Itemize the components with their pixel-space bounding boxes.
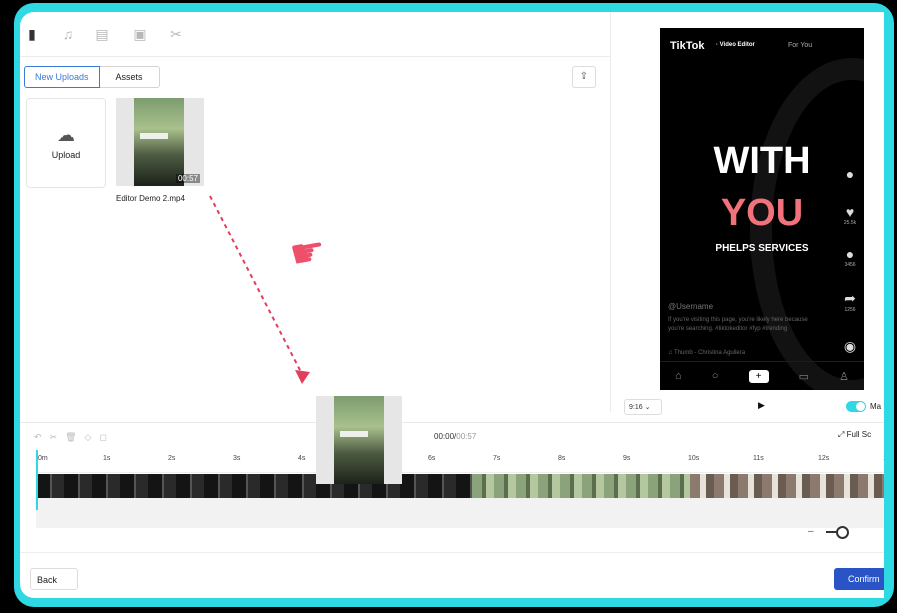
zoom-slider-handle[interactable] bbox=[836, 526, 849, 539]
timeline-tick: 8s bbox=[558, 455, 566, 462]
asset-duration: 00:57 bbox=[175, 174, 200, 183]
cloud-upload-icon: ☁ bbox=[57, 125, 75, 145]
timecode: 00:00/00:57 bbox=[434, 432, 477, 441]
timeline-divider bbox=[20, 422, 884, 423]
preview-subtitle: PHELPS SERVICES bbox=[715, 243, 809, 254]
tab-assets[interactable]: Assets bbox=[99, 66, 160, 88]
media-type-bar: ▮ ♫ ▤ ▣ ✂ bbox=[20, 12, 610, 57]
timeline-tick: 13s bbox=[883, 455, 884, 462]
media-asset-card[interactable]: 00:57 bbox=[116, 98, 204, 186]
timeline-tick: 0m bbox=[38, 455, 48, 462]
like-icon: ♥ 25.5k bbox=[840, 204, 860, 226]
preview-brand: TikTok bbox=[670, 40, 705, 52]
playhead[interactable] bbox=[36, 450, 38, 510]
timeline-tick: 11s bbox=[753, 455, 764, 462]
dragged-clip-thumbnail bbox=[316, 396, 402, 484]
profile-avatar-icon: ● bbox=[845, 166, 855, 182]
video-thumbnail bbox=[334, 396, 384, 484]
timeline-tick: 12s bbox=[818, 455, 830, 462]
preview-song: ♫ Thumb - Christina Aguilera bbox=[668, 350, 746, 356]
aspect-ratio-value: 9:16 bbox=[629, 404, 643, 411]
preview-caption: If you're visiting this page, you're lik… bbox=[668, 317, 808, 332]
like-count: 25.5k bbox=[843, 220, 857, 226]
toggle-label: Ma bbox=[870, 402, 882, 411]
video-thumbnail bbox=[134, 98, 184, 186]
music-icon[interactable]: ♫ bbox=[60, 26, 76, 42]
fullscreen-label: Full Sc bbox=[846, 430, 872, 439]
preview-nav-bar: ⌂ ○ + ▭ ♙ bbox=[660, 361, 864, 390]
clip-segment[interactable] bbox=[690, 474, 884, 498]
fullscreen-button[interactable]: ⤢ Full Sc bbox=[838, 430, 871, 440]
timeline-toolbar: ↶✂🗑◇◻ bbox=[34, 432, 115, 443]
play-icon[interactable]: ▶ bbox=[758, 400, 765, 411]
profile-icon: ♙ bbox=[839, 370, 849, 383]
duplicate-icon[interactable]: ◇ bbox=[85, 432, 100, 442]
create-icon: + bbox=[748, 369, 769, 383]
timeline-tick: 7s bbox=[493, 455, 501, 462]
clip-segment[interactable] bbox=[472, 474, 690, 498]
editor-screen: ▮ ♫ ▤ ▣ ✂ New Uploads Assets ⇪ ☁ Upload … bbox=[20, 12, 884, 598]
preview-username: @Username bbox=[668, 302, 714, 311]
current-time: 00:00 bbox=[434, 432, 455, 441]
timeline-tick: 1s bbox=[103, 455, 111, 462]
timeline-ruler[interactable]: 0m1s2s3s4s5s6s7s8s9s10s11s12s13s bbox=[36, 452, 884, 473]
timeline-tick: 9s bbox=[623, 455, 631, 462]
home-icon: ⌂ bbox=[675, 370, 682, 382]
timeline-tick: 4s bbox=[298, 455, 306, 462]
video-track[interactable] bbox=[36, 474, 884, 498]
timeline-tick: 3s bbox=[233, 455, 241, 462]
timeline-tick: 10s bbox=[688, 455, 700, 462]
tab-new-uploads[interactable]: New Uploads bbox=[24, 66, 100, 88]
timeline-tick: 6s bbox=[428, 455, 436, 462]
text-icon[interactable]: ▤ bbox=[94, 26, 110, 42]
preview-brand-sub: · Video Editor bbox=[716, 42, 755, 48]
preview-for-you: For You bbox=[788, 42, 813, 49]
preview-headline-1: WITH bbox=[713, 140, 811, 182]
total-time: 00:57 bbox=[456, 432, 477, 441]
clip-segment[interactable] bbox=[36, 474, 472, 498]
comment-count: 3456 bbox=[844, 262, 856, 268]
empty-track[interactable] bbox=[36, 498, 884, 528]
split-icon[interactable]: ✂ bbox=[50, 432, 66, 442]
asset-filename: Editor Demo 2.mp4 bbox=[116, 194, 185, 203]
timeline-tick: 2s bbox=[168, 455, 176, 462]
pointing-hand-icon: ☛ bbox=[286, 228, 330, 278]
zoom-out-icon[interactable]: – bbox=[808, 526, 814, 537]
video-library-icon[interactable]: ▮ bbox=[24, 26, 40, 42]
effects-icon[interactable]: ✂ bbox=[168, 26, 184, 42]
upload-tabs: New Uploads Assets bbox=[24, 66, 160, 88]
preview-controls: 9:16 ⌄ ▶ Ma bbox=[620, 396, 884, 422]
confirm-button[interactable]: Confirm bbox=[834, 568, 884, 590]
inbox-icon: ▭ bbox=[798, 370, 809, 383]
video-preview[interactable]: TikTok · Video Editor For You WITH YOU P… bbox=[660, 28, 864, 390]
music-disc-icon: ◉ bbox=[843, 338, 857, 354]
comment-icon: ● 3456 bbox=[840, 246, 860, 268]
preview-headline-2: YOU bbox=[720, 192, 804, 234]
share-count: 1256 bbox=[844, 307, 856, 313]
toggle-switch[interactable] bbox=[846, 401, 866, 412]
image-icon[interactable]: ▣ bbox=[132, 26, 148, 42]
share-icon: ➦ 1256 bbox=[840, 290, 860, 313]
export-icon[interactable]: ⇪ bbox=[572, 66, 596, 88]
upload-label: Upload bbox=[51, 150, 81, 160]
back-button[interactable]: Back bbox=[30, 568, 78, 590]
crop-icon[interactable]: ◻ bbox=[99, 432, 114, 442]
undo-icon[interactable]: ↶ bbox=[34, 432, 50, 442]
aspect-ratio-select[interactable]: 9:16 ⌄ bbox=[624, 399, 662, 415]
upload-button[interactable]: ☁ Upload bbox=[26, 98, 106, 188]
discover-icon: ○ bbox=[711, 370, 719, 382]
footer-divider bbox=[20, 552, 884, 553]
delete-icon[interactable]: 🗑 bbox=[65, 432, 84, 442]
panel-divider bbox=[610, 12, 611, 412]
